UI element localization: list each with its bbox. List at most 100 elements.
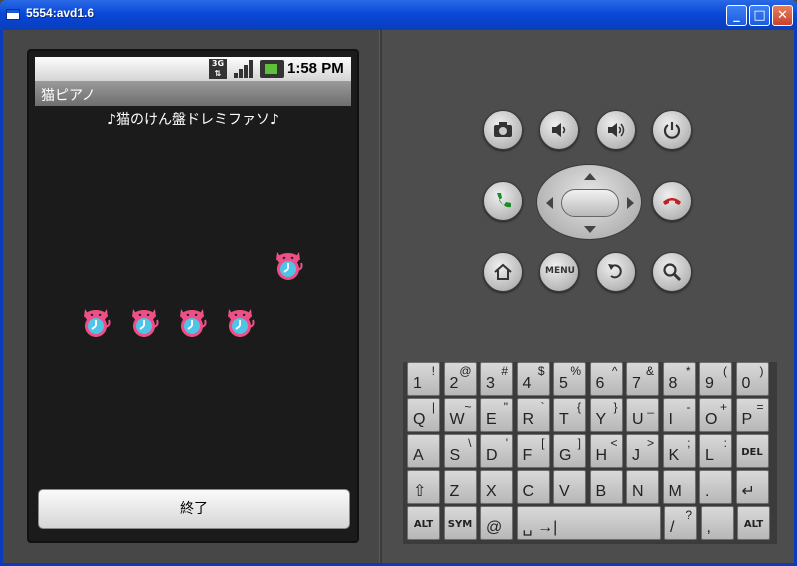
close-button[interactable]: ✕ — [772, 5, 793, 26]
key-1[interactable]: 1! — [407, 362, 440, 396]
key-e[interactable]: E " — [480, 398, 513, 432]
key-7[interactable]: 7 & — [626, 362, 659, 396]
signal-icon — [232, 60, 256, 78]
window-icon — [6, 9, 20, 20]
key-3[interactable]: 3 # — [480, 362, 513, 396]
key-5[interactable]: 5% — [553, 362, 586, 396]
cat-key-mi[interactable] — [176, 305, 208, 339]
key-q[interactable]: Q | — [407, 398, 440, 432]
key-d[interactable]: D ' — [480, 434, 513, 468]
key-k[interactable]: K; — [662, 434, 696, 468]
key-c[interactable]: C — [516, 470, 550, 504]
key-u[interactable]: U _ — [626, 398, 659, 432]
menu-button[interactable]: MENU — [539, 252, 579, 292]
key-label: 7 — [632, 375, 641, 392]
cat-key-fa[interactable] — [224, 305, 256, 339]
key-v[interactable]: V — [553, 470, 586, 504]
cat-clock-icon — [132, 309, 159, 337]
key-label: X — [486, 483, 497, 500]
hardware-keyboard: 1! 2 @3 #4 $5% 6 ^ 7 & 8 * 9(0) Q | W ~ E " R ` T{Y} U _ I - O + P =… — [403, 362, 777, 544]
maximize-button[interactable]: □ — [749, 5, 770, 26]
dpad[interactable] — [536, 164, 642, 240]
device-screen[interactable]: 3G ⇅ 1:58 PM 猫ピアノ ♪猫のけん盤ドレミファソ♪ 終了 — [27, 49, 359, 543]
key-9[interactable]: 9( — [699, 362, 732, 396]
minimize-button[interactable]: _ — [726, 5, 747, 26]
key-↵[interactable]: ↵ — [735, 470, 769, 504]
dpad-center-button[interactable] — [561, 189, 619, 217]
key-o[interactable]: O + — [699, 398, 732, 432]
cat-key-so[interactable] — [272, 248, 304, 282]
battery-charging-icon — [260, 60, 284, 78]
key-label: 8 — [668, 375, 678, 392]
end-call-button[interactable] — [652, 181, 692, 221]
key-0[interactable]: 0) — [735, 362, 769, 396]
key-alt-label: # — [501, 364, 508, 378]
key-s[interactable]: S \ — [443, 434, 477, 468]
volume-down-button[interactable] — [539, 110, 579, 150]
key-g[interactable]: G] — [553, 434, 586, 468]
power-button[interactable] — [652, 110, 692, 150]
status-bar: 3G ⇅ 1:58 PM — [35, 57, 351, 81]
back-arrow-icon — [608, 264, 622, 279]
key-6[interactable]: 6 ^ — [589, 362, 623, 396]
cat-key-re[interactable] — [128, 305, 160, 339]
cat-key-do[interactable] — [80, 305, 112, 339]
key-h[interactable]: H < — [589, 434, 623, 468]
key-8[interactable]: 8 * — [662, 362, 696, 396]
key-label: V — [559, 483, 570, 500]
key-label: I — [668, 411, 673, 428]
key-w[interactable]: W ~ — [443, 398, 477, 432]
key-y[interactable]: Y} — [589, 398, 623, 432]
key-label: Q — [413, 411, 426, 428]
key-label: B — [595, 483, 607, 500]
key-label: K — [668, 447, 680, 464]
key-sym[interactable]: SYM — [443, 506, 477, 540]
exit-button[interactable]: 終了 — [38, 489, 350, 529]
key-alt-label: ' — [505, 436, 508, 450]
volume-up-button[interactable] — [596, 110, 636, 150]
key-comma[interactable]: , — [700, 506, 734, 540]
key-p[interactable]: P = — [735, 398, 769, 432]
key-del[interactable]: DEL — [735, 434, 769, 468]
camera-button[interactable] — [483, 110, 523, 150]
key-4[interactable]: 4 $ — [516, 362, 550, 396]
key-label: D — [486, 447, 498, 464]
back-button[interactable] — [596, 252, 636, 292]
window-titlebar: 5554:avd1.6 _ □ ✕ — [0, 0, 797, 30]
key-i[interactable]: I- — [662, 398, 696, 432]
key-x[interactable]: X — [480, 470, 513, 504]
cat-clock-icon — [228, 309, 255, 337]
search-button[interactable] — [652, 252, 692, 292]
key-alt-label: ^ — [611, 364, 618, 378]
key-⇧[interactable]: ⇧ — [407, 470, 440, 504]
key-b[interactable]: B — [589, 470, 623, 504]
key-r[interactable]: R ` — [516, 398, 550, 432]
key-alt-left[interactable]: ALT — [407, 506, 440, 540]
key-label: E — [486, 411, 497, 428]
key-period[interactable]: . — [699, 470, 732, 504]
key-n[interactable]: N — [626, 470, 659, 504]
key-label: 9 — [705, 375, 714, 392]
key-space[interactable]: ␣ →| — [516, 506, 661, 540]
key-alt-label: ) — [759, 364, 764, 378]
key-alt-label: > — [646, 436, 654, 450]
key-2[interactable]: 2 @ — [443, 362, 477, 396]
key-m[interactable]: M — [662, 470, 696, 504]
home-button[interactable] — [483, 252, 523, 292]
call-button[interactable] — [483, 181, 523, 221]
key-j[interactable]: J > — [626, 434, 659, 468]
key-l[interactable]: L: — [699, 434, 732, 468]
key-alt-label: [ — [541, 436, 545, 450]
key-z[interactable]: Z — [443, 470, 477, 504]
camera-icon — [494, 122, 512, 137]
key-alt-label: { — [576, 400, 581, 414]
key-f[interactable]: F[ — [516, 434, 550, 468]
key-slash[interactable]: /? — [664, 506, 697, 540]
key-alt-label: ( — [723, 364, 727, 378]
key-alt-label: : — [723, 436, 727, 450]
key-t[interactable]: T{ — [553, 398, 586, 432]
key-label: DEL — [741, 447, 763, 458]
key-at[interactable]: @ — [480, 506, 513, 540]
key-a[interactable]: A — [407, 434, 440, 468]
key-alt-right[interactable]: ALT — [737, 506, 770, 540]
